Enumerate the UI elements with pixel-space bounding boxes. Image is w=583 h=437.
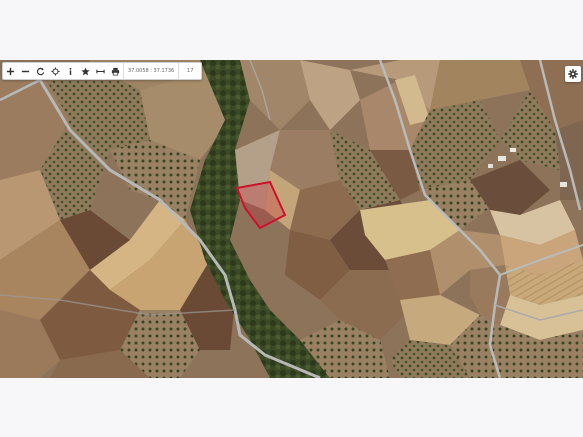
refresh-icon — [36, 67, 45, 75]
zoom-level: 17 — [178, 63, 201, 79]
measure-button[interactable] — [93, 63, 108, 79]
map-toolbar: 37.0058 : 37.1736 17 — [2, 62, 203, 80]
printer-icon — [111, 67, 120, 75]
settings-button[interactable] — [565, 66, 581, 82]
satellite-map[interactable] — [0, 60, 583, 378]
zoom-out-button[interactable] — [18, 63, 33, 79]
locate-button[interactable] — [48, 63, 63, 79]
info-button[interactable] — [63, 63, 78, 79]
bottom-margin — [0, 378, 583, 437]
plus-icon — [6, 67, 15, 75]
map-imagery[interactable] — [0, 60, 583, 378]
gear-icon — [568, 69, 578, 79]
crosshair-icon — [51, 66, 60, 76]
refresh-button[interactable] — [33, 63, 48, 79]
minus-icon — [21, 70, 30, 72]
zoom-in-button[interactable] — [3, 63, 18, 79]
ruler-icon — [96, 69, 105, 73]
print-button[interactable] — [108, 63, 123, 79]
coordinates-readout: 37.0058 : 37.1736 — [123, 63, 178, 79]
favorite-button[interactable] — [78, 63, 93, 79]
top-margin — [0, 0, 583, 60]
info-icon — [69, 67, 72, 75]
star-icon — [81, 66, 90, 75]
